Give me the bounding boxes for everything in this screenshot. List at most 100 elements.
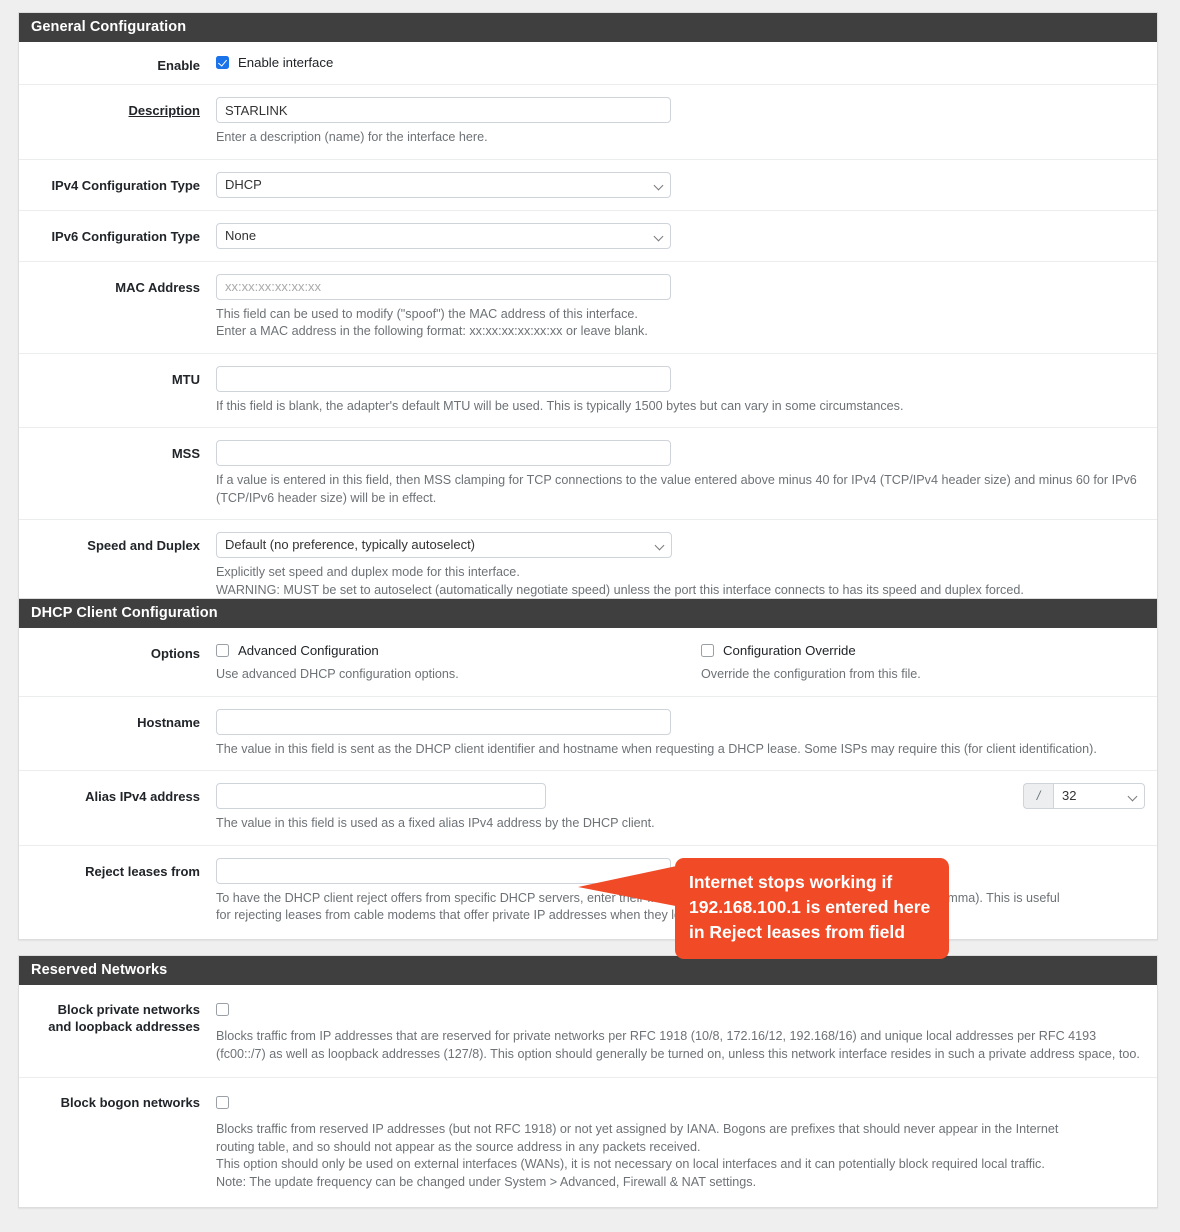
pfsense-interface-config-page: General Configuration Enable Enable inte… bbox=[0, 0, 1180, 1232]
panel-title-reserved-networks: Reserved Networks bbox=[19, 956, 1157, 985]
row-mss: MSS If a value is entered in this field,… bbox=[19, 428, 1157, 520]
mss-input[interactable] bbox=[216, 440, 671, 466]
ipv4-configuration-type-select[interactable]: DHCP bbox=[216, 171, 671, 198]
field-block-bogon-networks: Blocks traffic from reserved IP addresse… bbox=[214, 1092, 1145, 1191]
field-dhcp-options: Advanced Configuration Use advanced DHCP… bbox=[214, 640, 1161, 684]
label-mtu: MTU bbox=[171, 371, 200, 387]
field-mss: If a value is entered in this field, the… bbox=[214, 440, 1145, 507]
field-mac-address: This field can be used to modify ("spoof… bbox=[214, 273, 1145, 341]
checkbox-enable-interface-row[interactable]: Enable interface bbox=[216, 52, 1145, 72]
label-mss: MSS bbox=[171, 446, 200, 461]
row-enable: Enable Enable interface bbox=[19, 42, 1157, 85]
dhcp-option-advanced-configuration: Advanced Configuration Use advanced DHCP… bbox=[216, 640, 701, 684]
help-advanced-configuration: Use advanced DHCP configuration options. bbox=[216, 667, 459, 681]
label-hostname: Hostname bbox=[137, 714, 200, 730]
checkbox-block-private-networks[interactable] bbox=[216, 1002, 229, 1016]
panel-body-general-configuration: Enable Enable interface Description Ente… bbox=[19, 42, 1157, 611]
alias-ipv4-address-input[interactable] bbox=[216, 783, 546, 809]
checkbox-enable-interface[interactable] bbox=[216, 55, 229, 69]
help-hostname: The value in this field is sent as the D… bbox=[216, 741, 1097, 756]
label-speed-and-duplex: Speed and Duplex bbox=[87, 538, 200, 553]
checkbox-configuration-override[interactable] bbox=[701, 643, 714, 657]
help-speed-and-duplex-line1: Explicitly set speed and duplex mode for… bbox=[216, 565, 520, 579]
panel-title-general-configuration: General Configuration bbox=[19, 13, 1157, 42]
hostname-input[interactable] bbox=[216, 708, 671, 735]
label-mac-address: MAC Address bbox=[115, 279, 200, 295]
label-dhcp-options: Options bbox=[150, 646, 200, 661]
help-mtu: If this field is blank, the adapter's de… bbox=[216, 398, 904, 413]
mac-address-input[interactable] bbox=[216, 273, 671, 300]
dhcp-option-configuration-override: Configuration Override Override the conf… bbox=[701, 640, 1161, 684]
checkbox-block-bogon-networks[interactable] bbox=[216, 1095, 229, 1109]
alias-prefix-select[interactable]: 32 bbox=[1053, 783, 1145, 809]
field-hostname: The value in this field is sent as the D… bbox=[214, 708, 1145, 759]
field-block-private-networks: Blocks traffic from IP addresses that ar… bbox=[214, 999, 1145, 1063]
help-description: Enter a description (name) for the inter… bbox=[216, 130, 488, 144]
panel-general-configuration: General Configuration Enable Enable inte… bbox=[18, 12, 1158, 612]
row-hostname: Hostname The value in this field is sent… bbox=[19, 697, 1157, 771]
row-block-bogon-networks: Block bogon networks Blocks traffic from… bbox=[19, 1078, 1157, 1207]
label-ipv6-configuration-type: IPv6 Configuration Type bbox=[51, 228, 200, 244]
row-ipv6-configuration-type: IPv6 Configuration Type None bbox=[19, 211, 1157, 262]
row-block-private-networks: Block private networks and loopback addr… bbox=[19, 985, 1157, 1078]
help-speed-and-duplex-line2: WARNING: MUST be set to autoselect (auto… bbox=[216, 582, 1024, 597]
label-reject-leases-from: Reject leases from bbox=[85, 863, 200, 879]
help-block-bogon-networks-line3: This option should only be used on exter… bbox=[216, 1157, 1045, 1171]
row-alias-ipv4-address: Alias IPv4 address / 32 The value in thi… bbox=[19, 771, 1157, 846]
panel-reserved-networks: Reserved Networks Block private networks… bbox=[18, 955, 1158, 1208]
field-ipv4-configuration-type: DHCP bbox=[214, 171, 1145, 198]
help-alias-ipv4-address: The value in this field is used as a fix… bbox=[216, 816, 655, 830]
help-block-bogon-networks-line2: routing table, and so should not appear … bbox=[216, 1139, 701, 1154]
row-description: Description Enter a description (name) f… bbox=[19, 85, 1157, 160]
annotation-arrow-icon bbox=[578, 864, 686, 908]
ipv6-configuration-type-select[interactable]: None bbox=[216, 222, 671, 249]
field-enable: Enable interface bbox=[214, 52, 1145, 72]
label-ipv4-configuration-type: IPv4 Configuration Type bbox=[51, 177, 200, 193]
help-mac-address-line2: Enter a MAC address in the following for… bbox=[216, 324, 648, 338]
alias-ipv4-address-group: / 32 bbox=[216, 783, 1145, 809]
field-alias-ipv4-address: / 32 The value in this field is used as … bbox=[214, 783, 1145, 833]
alias-prefix-group: / 32 bbox=[1023, 783, 1145, 809]
label-block-private-networks-line2: and loopback addresses bbox=[48, 1019, 200, 1034]
row-mac-address: MAC Address This field can be used to mo… bbox=[19, 262, 1157, 354]
alias-prefix-select-wrapper[interactable]: 32 bbox=[1053, 783, 1145, 809]
field-speed-and-duplex: Default (no preference, typically autose… bbox=[214, 532, 1145, 599]
panel-body-reserved-networks: Block private networks and loopback addr… bbox=[19, 985, 1157, 1207]
dhcp-options-columns: Advanced Configuration Use advanced DHCP… bbox=[216, 640, 1161, 684]
label-alias-ipv4-address: Alias IPv4 address bbox=[85, 789, 200, 804]
alias-prefix-separator: / bbox=[1023, 783, 1053, 809]
label-block-private-networks: Block private networks and loopback addr… bbox=[19, 999, 214, 1035]
checkbox-configuration-override-row[interactable]: Configuration Override bbox=[701, 640, 1161, 660]
field-description: Enter a description (name) for the inter… bbox=[214, 97, 1145, 147]
annotation-callout: Internet stops working if 192.168.100.1 … bbox=[675, 858, 949, 959]
field-ipv6-configuration-type: None bbox=[214, 222, 1145, 249]
row-mtu: MTU If this field is blank, the adapter'… bbox=[19, 354, 1157, 428]
label-enable: Enable bbox=[157, 58, 200, 73]
mtu-input[interactable] bbox=[216, 365, 671, 392]
checkbox-advanced-configuration[interactable] bbox=[216, 643, 229, 657]
field-mtu: If this field is blank, the adapter's de… bbox=[214, 365, 1145, 416]
ipv6-configuration-type-select-wrapper[interactable]: None bbox=[216, 222, 671, 249]
checkbox-advanced-configuration-row[interactable]: Advanced Configuration bbox=[216, 640, 701, 660]
speed-and-duplex-select[interactable]: Default (no preference, typically autose… bbox=[216, 532, 672, 558]
panel-title-dhcp-client-configuration: DHCP Client Configuration bbox=[19, 599, 1157, 628]
help-block-bogon-networks-line1: Blocks traffic from reserved IP addresse… bbox=[216, 1122, 1059, 1136]
help-block-private-networks: Blocks traffic from IP addresses that ar… bbox=[216, 1029, 1140, 1061]
speed-and-duplex-select-wrapper[interactable]: Default (no preference, typically autose… bbox=[216, 532, 672, 558]
checkbox-advanced-configuration-label: Advanced Configuration bbox=[238, 642, 379, 658]
checkbox-enable-interface-label: Enable interface bbox=[238, 54, 334, 70]
row-dhcp-options: Options Advanced Configuration Use advan… bbox=[19, 628, 1157, 697]
checkbox-configuration-override-label: Configuration Override bbox=[723, 642, 856, 658]
checkbox-block-private-networks-row[interactable] bbox=[216, 999, 1145, 1019]
description-input[interactable] bbox=[216, 97, 671, 123]
checkbox-block-bogon-networks-row[interactable] bbox=[216, 1092, 1145, 1112]
label-block-bogon-networks: Block bogon networks bbox=[60, 1095, 200, 1110]
alias-ipv4-address-input-wrapper bbox=[216, 783, 1023, 809]
label-block-private-networks-line1: Block private networks bbox=[57, 1002, 200, 1017]
label-description: Description bbox=[128, 103, 200, 118]
help-mss: If a value is entered in this field, the… bbox=[216, 473, 1137, 505]
row-ipv4-configuration-type: IPv4 Configuration Type DHCP bbox=[19, 160, 1157, 211]
ipv4-configuration-type-select-wrapper[interactable]: DHCP bbox=[216, 171, 671, 198]
help-configuration-override: Override the configuration from this fil… bbox=[701, 667, 921, 681]
help-block-bogon-networks-line4: Note: The update frequency can be change… bbox=[216, 1174, 757, 1189]
